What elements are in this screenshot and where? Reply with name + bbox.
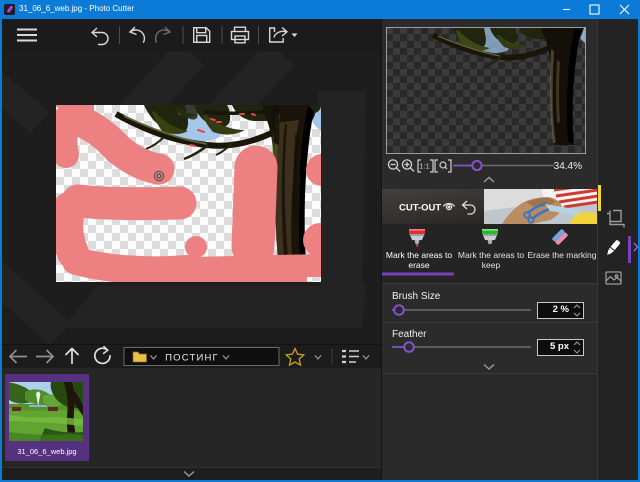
svg-text:ПОСТИНГ: ПОСТИНГ bbox=[165, 353, 219, 364]
svg-text:34.4%: 34.4% bbox=[554, 161, 582, 172]
svg-text:CUT-OUT: CUT-OUT bbox=[399, 203, 441, 214]
svg-text:1:1: 1:1 bbox=[419, 162, 429, 171]
